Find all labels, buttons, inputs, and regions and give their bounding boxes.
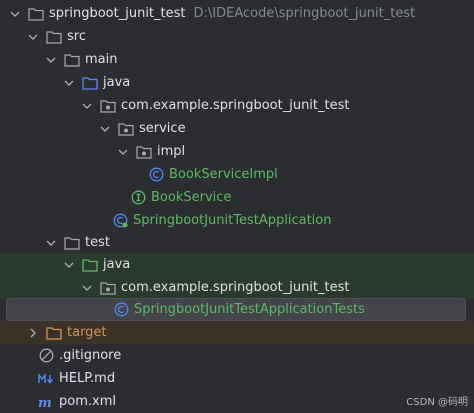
- tree-row-help[interactable]: HELP.md: [0, 367, 474, 390]
- main-java-label: java: [103, 75, 131, 90]
- tree-row-main-java[interactable]: java: [0, 71, 474, 94]
- project-name: springboot_junit_test: [49, 6, 186, 21]
- ignore-file-icon: [38, 348, 54, 364]
- chevron-down-icon[interactable]: [44, 53, 58, 67]
- tree-row-test[interactable]: test: [0, 231, 474, 254]
- class-icon: [148, 167, 164, 183]
- test-class-label: SpringbootJunitTestApplicationTests: [134, 302, 365, 317]
- chevron-down-icon[interactable]: [80, 281, 94, 295]
- chevron-down-icon[interactable]: [80, 99, 94, 113]
- project-path: D:\IDEAcode\springboot_junit_test: [193, 6, 416, 21]
- chevron-down-icon[interactable]: [26, 30, 40, 44]
- chevron-right-icon[interactable]: [26, 326, 40, 340]
- main-label: main: [85, 52, 118, 67]
- test-package-label: com.example.springboot_junit_test: [121, 280, 350, 295]
- interface-icon: [130, 190, 146, 206]
- target-label: target: [67, 325, 107, 340]
- folder-icon: [64, 52, 80, 68]
- chevron-down-icon[interactable]: [44, 236, 58, 250]
- chevron-down-icon[interactable]: [98, 122, 112, 136]
- main-package-label: com.example.springboot_junit_test: [121, 98, 350, 113]
- folder-icon: [28, 6, 44, 22]
- tree-row-gitignore[interactable]: .gitignore: [0, 344, 474, 367]
- app-class-label: SpringbootJunitTestApplication: [133, 213, 332, 228]
- package-icon: [136, 144, 152, 160]
- chevron-down-icon[interactable]: [8, 7, 22, 21]
- pom-label: pom.xml: [59, 394, 116, 409]
- tree-row-test-package[interactable]: com.example.springboot_junit_test: [0, 276, 474, 299]
- tree-row-main-package[interactable]: com.example.springboot_junit_test: [0, 94, 474, 117]
- chevron-down-icon[interactable]: [116, 145, 130, 159]
- markdown-icon: [38, 371, 54, 387]
- watermark: CSDN @码明: [406, 397, 468, 408]
- test-java-label: java: [103, 257, 131, 272]
- test-source-folder-icon: [82, 257, 98, 273]
- impl-label: impl: [157, 144, 186, 159]
- package-icon: [100, 280, 116, 296]
- help-label: HELP.md: [59, 371, 116, 386]
- excluded-folder-icon: [46, 325, 62, 341]
- folder-icon: [64, 235, 80, 251]
- source-folder-icon: [82, 75, 98, 91]
- chevron-down-icon[interactable]: [62, 76, 76, 90]
- tree-row-src[interactable]: src: [0, 25, 474, 48]
- tree-row-app-class[interactable]: SpringbootJunitTestApplication: [0, 209, 474, 232]
- src-label: src: [67, 29, 86, 44]
- project-tree: springboot_junit_test D:\IDEAcode\spring…: [0, 0, 474, 412]
- tree-row-target[interactable]: target: [0, 321, 474, 344]
- folder-icon: [46, 29, 62, 45]
- class-icon: [113, 302, 129, 318]
- tree-row-service[interactable]: service: [0, 117, 474, 140]
- maven-icon: m: [38, 394, 54, 410]
- tree-row-impl[interactable]: impl: [0, 140, 474, 163]
- chevron-down-icon[interactable]: [62, 258, 76, 272]
- tree-row-project[interactable]: springboot_junit_test D:\IDEAcode\spring…: [0, 2, 474, 25]
- book-service-label: BookService: [151, 190, 232, 205]
- tree-row-test-class[interactable]: SpringbootJunitTestApplicationTests: [6, 298, 466, 321]
- test-label: test: [85, 235, 110, 250]
- tree-row-test-java[interactable]: java: [0, 253, 474, 276]
- package-icon: [118, 121, 134, 137]
- package-icon: [100, 98, 116, 114]
- gitignore-label: .gitignore: [59, 348, 122, 363]
- service-label: service: [139, 121, 186, 136]
- tree-row-book-service-impl[interactable]: BookServiceImpl: [0, 163, 474, 186]
- tree-row-pom[interactable]: m pom.xml: [0, 390, 474, 413]
- svg-text:m: m: [38, 396, 52, 408]
- tree-row-main[interactable]: main: [0, 48, 474, 71]
- spring-class-icon: [112, 213, 128, 229]
- book-service-impl-label: BookServiceImpl: [169, 167, 278, 182]
- tree-row-book-service[interactable]: BookService: [0, 186, 474, 209]
